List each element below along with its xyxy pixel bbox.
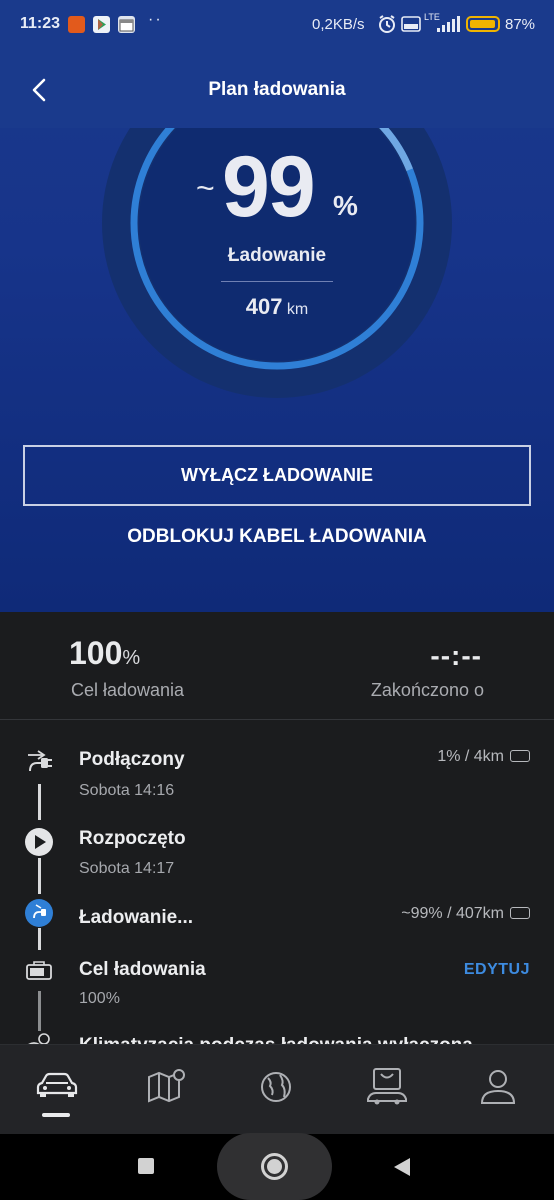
target-charge: 100% (69, 635, 140, 672)
timeline-subtitle: Sobota 14:16 (79, 782, 175, 799)
target-charge-value: 100 (69, 635, 123, 671)
globe-icon[interactable] (254, 1065, 298, 1109)
charging-timeline: Podłączony Sobota 14:16 1% / 4km Rozpocz… (0, 721, 554, 1044)
battery-percent: 87% (505, 16, 536, 33)
charging-state-label: Ładowanie (227, 245, 327, 266)
car-battery-icon (510, 750, 530, 762)
gauge-divider (221, 281, 333, 282)
timeline-reading: 1% / 4km (437, 748, 530, 766)
timeline-title: Cel ładowania (79, 959, 206, 980)
approx-tilde: ~ (196, 170, 215, 206)
recents-button[interactable] (138, 1158, 154, 1174)
finish-time-value: --:-- (430, 640, 482, 671)
range-unit: km (286, 301, 309, 318)
target-charge-unit: % (122, 647, 141, 669)
timeline-title: Rozpoczęto (79, 828, 186, 849)
status-bar: 11:23 ·· 0,2KB/s LTE 87% (0, 0, 554, 52)
calendar-icon (118, 16, 135, 33)
status-time: 11:23 (20, 15, 61, 32)
signal-icon (437, 16, 460, 32)
play-icon (25, 828, 53, 856)
map-icon[interactable] (145, 1065, 189, 1109)
play-store-icon (93, 16, 110, 33)
charging-hero: 11:23 ·· 0,2KB/s LTE 87% Plan ładowania … (0, 0, 554, 612)
app-notification-icon (68, 16, 85, 33)
timeline-title: Podłączony (79, 749, 185, 770)
network-speed: 0,2KB/s (312, 16, 365, 33)
charge-percent-sign: % (333, 190, 358, 221)
timeline-title: Klimatyzacja podczas ładowania wyłączona (79, 1035, 473, 1044)
timeline-connector (38, 858, 41, 894)
charging-icon (25, 899, 53, 927)
volte-icon (401, 16, 421, 32)
system-back-button[interactable] (394, 1158, 410, 1176)
profile-icon[interactable] (476, 1065, 520, 1109)
unlock-cable-button[interactable]: ODBLOKUJ KABEL ŁADOWANIA (0, 526, 554, 548)
finish-time-label: Zakończono o (370, 680, 484, 700)
battery-icon (466, 16, 500, 32)
climate-timer-icon (28, 1033, 50, 1044)
range-readout: 407 km (0, 294, 554, 320)
timeline-reading: ~99% / 407km (401, 905, 530, 923)
battery-target-icon (26, 961, 52, 980)
timeline-title: Ładowanie... (79, 907, 194, 928)
bottom-navigation (0, 1044, 554, 1134)
charge-percent-value: 99 (222, 139, 316, 235)
stop-charging-button[interactable]: WYŁĄCZ ŁADOWANIE (23, 445, 531, 506)
nav-active-indicator (42, 1113, 70, 1117)
timeline-connector (38, 991, 41, 1031)
timeline-reading-text: 1% / 4km (437, 748, 504, 765)
target-charge-label: Cel ładowania (71, 680, 185, 700)
timeline-reading-text: ~99% / 407km (401, 905, 504, 922)
alarm-icon (379, 15, 395, 33)
timeline-connector (38, 784, 41, 820)
home-button[interactable] (261, 1153, 288, 1180)
timeline-subtitle: 100% (79, 990, 120, 1007)
more-notifications: ·· (148, 11, 163, 28)
car-battery-icon (510, 907, 530, 919)
edit-target-button[interactable]: EDYTUJ (464, 961, 530, 979)
plug-icon (28, 750, 52, 772)
range-value: 407 (245, 294, 283, 319)
page-title: Plan ładowania (208, 79, 346, 100)
timeline-connector (38, 928, 41, 950)
car-icon[interactable] (34, 1065, 78, 1109)
timeline-subtitle: Sobota 14:17 (79, 860, 175, 877)
shop-icon[interactable] (366, 1065, 410, 1109)
